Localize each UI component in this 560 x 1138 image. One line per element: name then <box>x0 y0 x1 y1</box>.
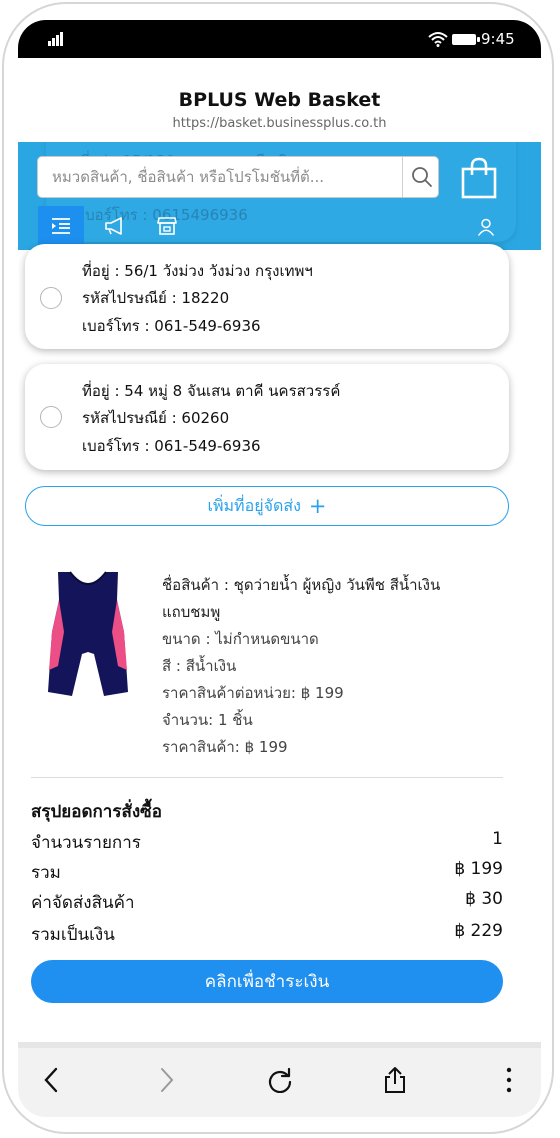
add-address-label: เพิ่มที่อยู่จัดส่ง <box>207 495 301 515</box>
cart-button[interactable] <box>458 156 500 200</box>
store-icon <box>157 217 177 235</box>
summary-value: 1 <box>492 829 503 849</box>
reload-icon <box>268 1067 292 1093</box>
site-url[interactable]: https://basket.businessplus.co.th <box>18 116 541 131</box>
product-name-continued: แถบชมพู <box>162 603 221 621</box>
product-price: ราคาสินค้า: ฿ 199 <box>162 738 288 756</box>
divider <box>31 777 503 778</box>
status-time: 9:45 <box>481 30 515 48</box>
search-icon <box>411 167 432 187</box>
battery-icon <box>452 34 480 45</box>
product-unit-price: ราคาสินค้าต่อหน่วย: ฿ 199 <box>162 684 344 702</box>
back-button[interactable] <box>32 1060 72 1100</box>
product-color: สี : สีน้ำเงิน <box>162 657 237 675</box>
megaphone-icon <box>105 217 122 235</box>
phone-screen: 9:45 BPLUS Web Basket https://basket.bus… <box>18 20 541 1117</box>
summary-value: ฿ 229 <box>454 921 503 941</box>
search-box <box>37 156 439 198</box>
search-button[interactable] <box>402 157 440 197</box>
search-input[interactable] <box>38 157 402 197</box>
forward-button[interactable] <box>146 1060 186 1100</box>
add-address-button[interactable]: เพิ่มที่อยู่จัดส่ง + <box>25 486 509 526</box>
order-summary-heading: สรุปยอดการสั่งซื้อ <box>31 802 162 822</box>
address-card[interactable]: ที่อยู่ : 56/1 วังม่วง วังม่วง กรุงเทพฯ … <box>25 244 509 349</box>
reload-button[interactable] <box>260 1060 300 1100</box>
address-line: ที่อยู่ : 54 หมู่ 8 จันเสน ตาคี นครสวรรค… <box>82 382 341 400</box>
summary-row-item-count: จำนวนรายการ 1 <box>31 829 503 856</box>
summary-row-total: รวมเป็นเงิน ฿ 229 <box>31 921 503 948</box>
product-size: ขนาด : ไม่กำหนดขนาด <box>162 630 319 648</box>
summary-label: จำนวนรายการ <box>31 833 141 853</box>
account-button[interactable] <box>468 210 504 244</box>
signal-icon <box>48 32 66 46</box>
browser-header: BPLUS Web Basket https://basket.business… <box>18 58 541 142</box>
tab-store[interactable] <box>144 206 190 246</box>
app-header: ที่อยู่ : 95/130 บางแวก ภาษีเจริญ กรุงเท… <box>18 142 541 250</box>
site-title: BPLUS Web Basket <box>178 89 381 111</box>
phone-line: เบอร์โทร : 061-549-6936 <box>82 437 261 455</box>
pay-button[interactable]: คลิกเพื่อชำระเงิน <box>31 960 503 1003</box>
summary-label: รวมเป็นเงิน <box>31 925 115 945</box>
product-name: ชื่อสินค้า : ชุดว่ายน้ำ ผู้หญิง วันพีช ส… <box>162 576 441 594</box>
phone-line: เบอร์โทร : 061-549-6936 <box>82 317 261 335</box>
more-icon <box>506 1067 512 1093</box>
summary-row-subtotal: รวม ฿ 199 <box>31 859 503 886</box>
address-radio[interactable] <box>40 287 62 309</box>
summary-value: ฿ 30 <box>465 889 503 909</box>
share-icon <box>385 1067 405 1093</box>
status-bar: 9:45 <box>18 20 541 58</box>
forward-icon <box>161 1068 174 1092</box>
list-icon <box>52 218 70 234</box>
summary-value: ฿ 199 <box>454 859 503 879</box>
postal-line: รหัสไปรษณีย์ : 60260 <box>82 409 230 427</box>
plus-icon: + <box>308 493 327 518</box>
address-line: ที่อยู่ : 56/1 วังม่วง วังม่วง กรุงเทพฯ <box>82 262 313 280</box>
address-radio[interactable] <box>40 406 62 428</box>
postal-line: รหัสไปรษณีย์ : 18220 <box>82 289 230 307</box>
tab-promotions[interactable] <box>92 206 138 246</box>
tab-categories[interactable] <box>38 206 84 246</box>
product-quantity: จำนวน: 1 ชิ้น <box>162 711 253 729</box>
summary-label: รวม <box>31 863 61 883</box>
summary-label: ค่าจัดส่งสินค้า <box>31 893 135 913</box>
shopping-bag-icon <box>461 157 497 199</box>
wifi-icon <box>428 32 448 47</box>
summary-row-shipping: ค่าจัดส่งสินค้า ฿ 30 <box>31 889 503 916</box>
more-button[interactable] <box>489 1060 529 1100</box>
product-image <box>48 571 128 696</box>
user-icon <box>477 218 495 236</box>
share-button[interactable] <box>375 1060 415 1100</box>
browser-toolbar <box>18 1042 541 1117</box>
back-icon <box>44 1067 58 1093</box>
address-card[interactable]: ที่อยู่ : 54 หมู่ 8 จันเสน ตาคี นครสวรรค… <box>25 364 509 470</box>
